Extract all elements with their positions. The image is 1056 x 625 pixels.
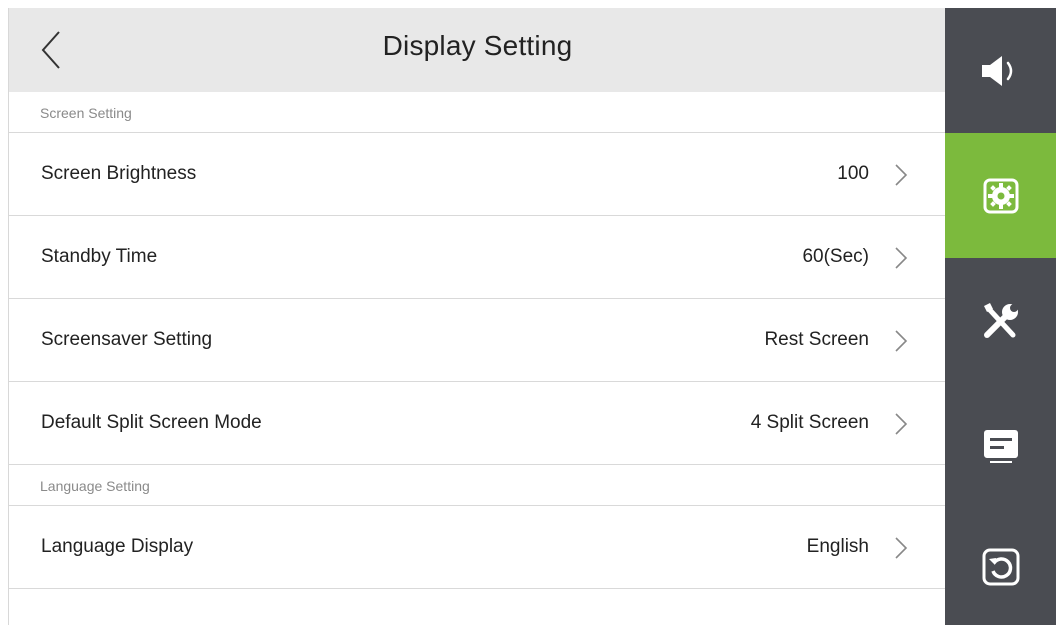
message-icon bbox=[983, 429, 1018, 463]
header-bar: Display Setting bbox=[9, 8, 946, 92]
tools-icon bbox=[983, 302, 1018, 338]
row-standby-time[interactable]: Standby Time 60(Sec) bbox=[9, 216, 946, 299]
sidebar bbox=[945, 8, 1056, 625]
settings-gear-icon bbox=[983, 178, 1018, 213]
chevron-right-icon bbox=[895, 413, 908, 435]
sidebar-item-settings[interactable] bbox=[945, 133, 1056, 258]
sidebar-item-restart[interactable] bbox=[945, 508, 1056, 625]
sidebar-item-sound[interactable] bbox=[945, 8, 1056, 133]
section-label: Screen Setting bbox=[40, 105, 132, 121]
row-label: Screen Brightness bbox=[41, 163, 197, 184]
row-label: Standby Time bbox=[41, 246, 158, 267]
row-value: 60(Sec) bbox=[802, 246, 869, 267]
row-screensaver-setting[interactable]: Screensaver Setting Rest Screen bbox=[9, 299, 946, 382]
row-language-display[interactable]: Language Display English bbox=[9, 506, 946, 589]
sidebar-item-messages[interactable] bbox=[945, 383, 1056, 508]
chevron-right-icon bbox=[895, 164, 908, 186]
row-label: Default Split Screen Mode bbox=[41, 412, 262, 433]
chevron-right-icon bbox=[895, 537, 908, 559]
sidebar-item-tools[interactable] bbox=[945, 258, 1056, 383]
row-screen-brightness[interactable]: Screen Brightness 100 bbox=[9, 133, 946, 216]
section-header-screen: Screen Setting bbox=[9, 92, 946, 133]
chevron-right-icon bbox=[895, 247, 908, 269]
restart-icon bbox=[982, 548, 1019, 585]
row-value: English bbox=[806, 536, 869, 557]
section-header-language: Language Setting bbox=[9, 465, 946, 506]
chevron-right-icon bbox=[895, 330, 908, 352]
row-value: 100 bbox=[837, 163, 869, 184]
speaker-icon bbox=[981, 55, 1012, 86]
settings-panel: Display Setting Screen Setting Screen Br… bbox=[8, 8, 946, 625]
row-label: Screensaver Setting bbox=[41, 329, 213, 350]
section-label: Language Setting bbox=[40, 478, 150, 494]
row-label: Language Display bbox=[41, 536, 194, 557]
row-default-split-screen-mode[interactable]: Default Split Screen Mode 4 Split Screen bbox=[9, 382, 946, 465]
row-value: 4 Split Screen bbox=[750, 412, 869, 433]
row-value: Rest Screen bbox=[764, 329, 869, 350]
page-title: Display Setting bbox=[382, 30, 573, 61]
